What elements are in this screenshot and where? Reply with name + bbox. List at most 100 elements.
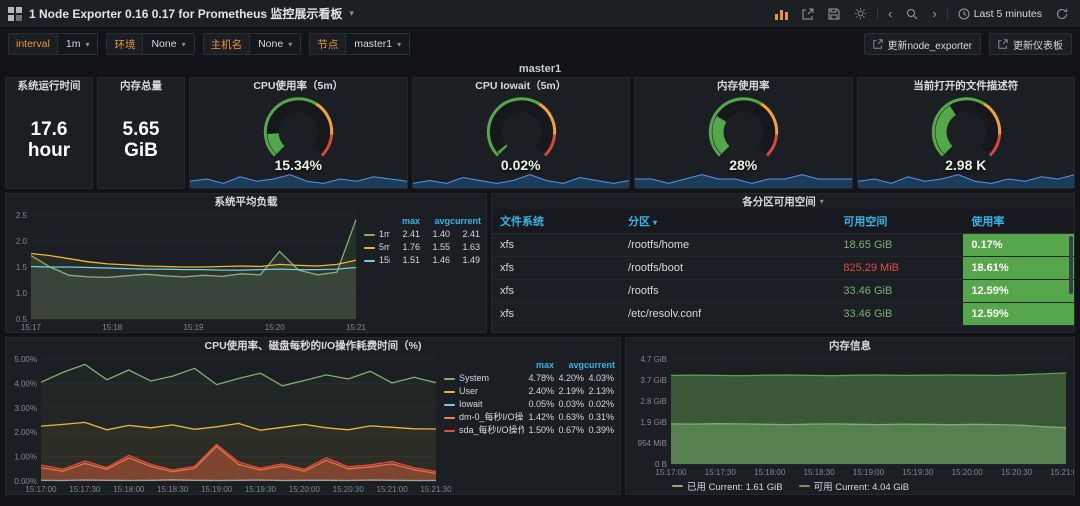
legend-value: 1.40 (432, 229, 450, 239)
sparkline (412, 168, 630, 188)
panel-title[interactable]: 系统平均负载 (6, 194, 486, 209)
stat-value: 17.6 hour (27, 118, 71, 161)
legend-value: 0.05% (528, 399, 554, 409)
svg-text:15:19:00: 15:19:00 (853, 468, 885, 477)
legend-series-toggle[interactable]: User (444, 385, 524, 398)
zoom-out-button[interactable] (902, 5, 922, 23)
legend-value: 2.13% (588, 386, 614, 396)
save-icon (828, 8, 840, 20)
divider (877, 6, 879, 21)
legend-value: 0.63% (558, 412, 584, 422)
panel-title[interactable]: 内存信息 (626, 338, 1074, 353)
series-color-icon (444, 390, 455, 393)
col-partition[interactable]: 分区 ▾ (620, 209, 836, 234)
svg-text:1.5: 1.5 (16, 263, 28, 272)
panels-button[interactable] (771, 5, 792, 23)
legend-sort-max[interactable]: max (390, 215, 420, 228)
panel-title[interactable]: 内存使用率 (635, 78, 852, 93)
time-shift-forward-button[interactable]: › (928, 4, 940, 23)
legend-value: 1.46 (432, 255, 450, 265)
series-color-icon (364, 233, 375, 236)
share-button[interactable] (798, 5, 818, 23)
sort-icon: ▾ (653, 218, 658, 227)
load-chart[interactable]: 0.5 1.0 1.5 2.0 2.5 15:17 15:18 15:19 15:20 15:21 (6, 209, 367, 332)
settings-button[interactable] (850, 4, 871, 23)
svg-text:4.00%: 4.00% (14, 379, 37, 388)
table-row: xfs /etc/resolv.conf 33.46 GiB 12.59% (492, 302, 1074, 326)
legend-series-toggle[interactable]: 5m (364, 241, 390, 254)
sparkline (189, 168, 407, 188)
legend-value: 1.51 (402, 255, 420, 265)
share-icon (802, 8, 814, 20)
legend-series-toggle[interactable]: 已用 Current: 1.61 GiB (672, 479, 783, 493)
panel-partition-space: 各分区可用空间 ▾ 文件系统 分区 ▾ 可用空间 使用率 xfs /rootfs/h… (491, 193, 1075, 333)
variable-label: 环境 (107, 34, 143, 54)
col-usage[interactable]: 使用率 (963, 209, 1074, 234)
legend-series-toggle[interactable]: Iowait (444, 398, 524, 411)
legend-series-toggle[interactable]: sda_每秒I/O操作% (444, 424, 524, 437)
usage-badge: 18.61% (963, 257, 1074, 279)
panel-title[interactable]: CPU Iowait（5m） (413, 78, 630, 93)
variable-value: 1m (65, 38, 81, 50)
legend-series-toggle[interactable]: dm-0_每秒I/O操作% (444, 411, 524, 424)
panel-title[interactable]: 系统运行时间 (6, 78, 92, 93)
legend-series-toggle[interactable]: 可用 Current: 4.04 GiB (798, 479, 909, 493)
navbar: 1 Node Exporter 0.16 0.17 for Prometheus… (0, 0, 1080, 28)
svg-text:15:17:00: 15:17:00 (25, 485, 57, 494)
series-color-icon (364, 259, 375, 262)
panel-title[interactable]: CPU使用率、磁盘每秒的I/O操作耗费时间（%) (6, 338, 620, 353)
variable-hostname[interactable]: 主机名 None ▾ (202, 33, 302, 55)
panel-title[interactable]: 各分区可用空间 ▾ (492, 194, 1074, 209)
legend-value: 2.41 (462, 229, 480, 239)
chevron-down-icon: ▾ (85, 39, 90, 49)
svg-text:15:18:30: 15:18:30 (804, 468, 836, 477)
legend-series-toggle[interactable]: System (444, 372, 524, 385)
col-available-space[interactable]: 可用空间 (835, 209, 964, 234)
table-scrollbar[interactable] (1069, 236, 1073, 294)
svg-text:15:19: 15:19 (183, 323, 204, 332)
variable-node[interactable]: 节点 master1 ▾ (309, 33, 411, 55)
middle-row: 系统平均负载 0.5 1.0 1.5 2.0 2.5 15:17 15:18 15:19 15:… (5, 193, 1075, 333)
panel-title[interactable]: 内存总量 (98, 78, 184, 93)
legend-value: 2.41 (402, 229, 420, 239)
variable-label: 主机名 (203, 34, 250, 54)
save-button[interactable] (824, 5, 844, 23)
update-node-exporter-link[interactable]: 更新node_exporter (863, 33, 981, 55)
usage-badge: 12.59% (963, 303, 1074, 325)
svg-text:954 MiB: 954 MiB (638, 439, 667, 448)
memory-chart-legend: 已用 Current: 1.61 GiB 可用 Current: 4.04 GiB (626, 477, 1074, 494)
variable-label: 节点 (310, 34, 346, 54)
dashboard-row-master1[interactable]: master1 (0, 60, 1080, 77)
cpu-chart[interactable]: 0.00% 1.00% 2.00% 3.00% 4.00% 5.00% 15:17:00 15… (6, 353, 452, 494)
legend-sort-avg[interactable]: avg (554, 359, 584, 372)
panel-title[interactable]: CPU使用率（5m） (190, 78, 407, 93)
navbar-actions: ‹ › Last 5 minutes (771, 4, 1072, 23)
svg-text:15:17:00: 15:17:00 (655, 468, 687, 477)
legend-series-toggle[interactable]: 15m (364, 254, 390, 267)
variable-env[interactable]: 环境 None ▾ (106, 33, 195, 55)
legend-row: 15m 1.51 1.46 1.49 (364, 254, 480, 267)
external-link-icon (998, 39, 1008, 49)
col-filesystem[interactable]: 文件系统 (492, 209, 621, 234)
dashboard-title-caret: ▾ (349, 8, 354, 18)
legend-sort-max[interactable]: max (524, 359, 554, 372)
time-range-picker[interactable]: Last 5 minutes (954, 5, 1046, 23)
legend-sort-avg[interactable]: avg (420, 215, 450, 228)
legend-row: sda_每秒I/O操作% 1.50% 0.67% 0.39% (444, 424, 614, 437)
dashboard-title[interactable]: 1 Node Exporter 0.16 0.17 for Prometheus… (29, 5, 342, 22)
refresh-button[interactable] (1052, 5, 1072, 23)
svg-text:15:17:30: 15:17:30 (705, 468, 737, 477)
update-dashboard-link[interactable]: 更新仪表板 (989, 33, 1072, 55)
legend-sort-current[interactable]: current (450, 215, 481, 228)
submenu: interval 1m ▾ 环境 None ▾ 主机名 None ▾ 节点 maste… (0, 28, 1080, 60)
legend-sort-current[interactable]: current (584, 359, 615, 372)
legend-row: Iowait 0.05% 0.03% 0.02% (444, 398, 614, 411)
panel-title[interactable]: 当前打开的文件描述符 (858, 78, 1075, 93)
time-shift-back-button[interactable]: ‹ (884, 4, 896, 23)
gear-icon (854, 7, 867, 20)
grafana-menu-icon[interactable] (8, 6, 22, 21)
legend-series-toggle[interactable]: 1m (364, 228, 390, 241)
memory-chart[interactable]: 0 B 954 MiB 1.9 GiB 2.8 GiB 3.7 GiB 4.7 GiB 15… (626, 353, 1074, 477)
bottom-row: CPU使用率、磁盘每秒的I/O操作耗费时间（%) 0.00% 1.00% 2.00%… (5, 337, 1075, 495)
variable-interval[interactable]: interval 1m ▾ (8, 33, 99, 55)
